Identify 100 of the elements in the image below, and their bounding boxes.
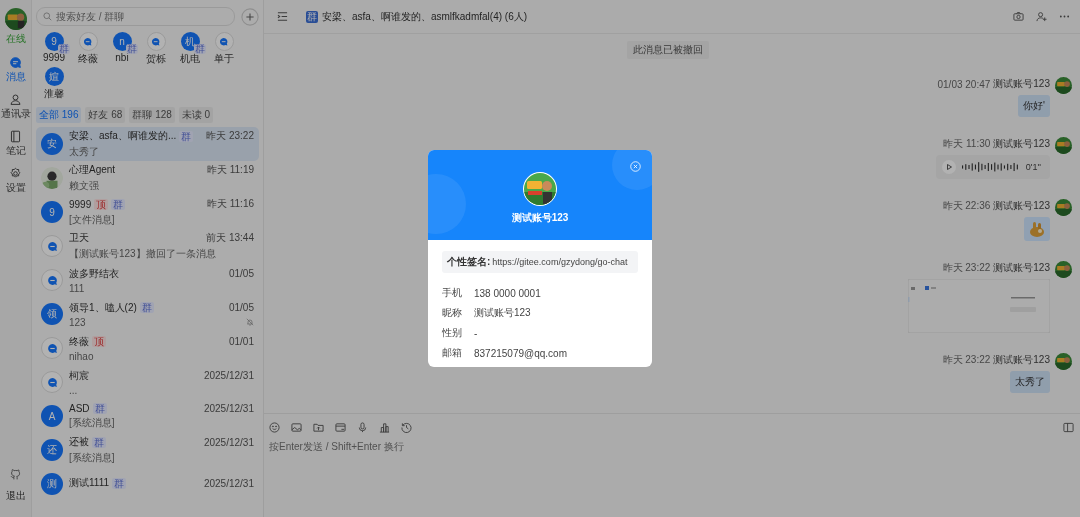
conversation-item[interactable]: 领 领导1、嗑人(2) 群 01/05 123 [36, 297, 259, 331]
microphone-icon[interactable] [357, 422, 368, 433]
chat-avatar-icon [41, 337, 63, 359]
timestamp: 01/05 [228, 302, 254, 313]
tag: 群 [112, 477, 127, 489]
conversation-item[interactable]: 波多野结衣 01/05 111 [36, 263, 259, 297]
signature-text: https://gitee.com/gzydong/go-chat [492, 257, 628, 267]
timestamp: 01/01 [228, 336, 254, 347]
filter-tab[interactable]: 好友 68 [85, 107, 126, 123]
group-badge: 群 [57, 44, 70, 54]
logout-button[interactable]: 退出 [5, 489, 26, 503]
search-field[interactable]: 搜索好友 / 群聊 [36, 7, 235, 26]
add-user-icon[interactable] [1036, 11, 1047, 22]
contact-name: 9999 [42, 52, 66, 63]
menu-icon[interactable] [277, 11, 288, 22]
settings-icon [9, 167, 22, 180]
conversation-name: 9999 [69, 198, 92, 210]
chat-avatar-icon[interactable] [146, 32, 166, 51]
message-preview: [系统消息] [69, 451, 115, 465]
group-badge: 群 [306, 10, 318, 23]
timestamp: 2025/12/31 [203, 436, 254, 448]
github-icon[interactable] [9, 468, 22, 481]
conversation-name: 安梁、asfa、啊谁发的... [69, 129, 177, 143]
signature-label: 个性签名: [447, 255, 491, 269]
conversation-name: 波多野结衣 [69, 266, 119, 281]
message-preview: [系统消息] [69, 415, 115, 430]
avatar[interactable]: 媗 [44, 67, 64, 86]
chat-avatar-icon [41, 235, 63, 257]
conversation-name: 还被 [69, 435, 89, 449]
folder-icon[interactable] [313, 422, 324, 433]
field-value: 138 0000 0001 [474, 287, 541, 299]
timestamp: 昨天 23:22 [206, 129, 254, 143]
message-preview: 太秀了 [69, 145, 99, 159]
nav-item[interactable]: 笔记 [5, 130, 26, 158]
chat-avatar-icon [41, 371, 63, 393]
history-icon[interactable] [401, 422, 412, 433]
avatar: 测 [41, 473, 63, 495]
timestamp: 2025/12/31 [203, 477, 254, 489]
tag: 群 [111, 198, 126, 210]
tag: 顶 [94, 198, 109, 210]
sender-name: 测试账号123 [993, 261, 1050, 275]
conversation-item[interactable]: 还 还被 群 2025/12/31 [系统消息] [36, 433, 259, 467]
conversation-name: 终薇 [69, 334, 89, 349]
conversation-item[interactable]: 柯宸 2025/12/31 ... [36, 365, 259, 399]
close-icon[interactable] [630, 161, 641, 172]
filter-tab[interactable]: 未读 0 [178, 107, 214, 123]
image-icon[interactable] [291, 422, 302, 433]
tag: 群 [92, 402, 107, 414]
message-time: 01/03 20:47 [937, 78, 991, 90]
contact-name: 贺栎 [146, 52, 166, 66]
message-time: 昨天 11:30 [943, 137, 991, 151]
emoji-icon[interactable] [269, 422, 280, 433]
chat-avatar-icon[interactable] [214, 32, 234, 51]
side-panel-icon[interactable] [1063, 422, 1074, 433]
conversation-name: 领导1、嗑人(2) [69, 300, 137, 315]
conversation-item[interactable]: 终薇 顶 01/01 nihao [36, 331, 259, 365]
nav-item[interactable]: 设置 [5, 167, 26, 195]
chat-avatar-icon[interactable] [78, 32, 98, 51]
tag: 顶 [92, 336, 106, 347]
conversation-item[interactable]: 心理Agent 昨天 11:19 赖文强 [36, 161, 259, 195]
timestamp: 2025/12/31 [203, 402, 254, 414]
nav-item[interactable]: 通讯录 [0, 93, 31, 121]
tag: 群 [92, 436, 106, 448]
conversation-name: 卫天 [69, 231, 89, 245]
card-icon[interactable] [335, 422, 346, 433]
chart-icon[interactable] [379, 422, 390, 433]
contact-name: 单于 [214, 52, 234, 66]
voice-message[interactable]: 0'1'' [935, 155, 1050, 179]
tag: 群 [139, 302, 154, 313]
conversation-item[interactable]: 9 9999 顶 群 昨天 11:16 [文件消息] [36, 195, 259, 229]
sender-name: 测试账号123 [993, 137, 1050, 151]
message-input[interactable]: 按Enter发送 / Shift+Enter 换行 [269, 440, 1074, 460]
filter-tab[interactable]: 群聊 128 [129, 107, 175, 123]
contact-name: 终薇 [78, 52, 98, 66]
message-preview: [文件消息] [69, 213, 115, 227]
contact-name: 淮馨 [44, 87, 64, 101]
timestamp: 2025/12/31 [203, 370, 254, 381]
message-preview: 123 [69, 316, 86, 328]
message-time: 昨天 23:22 [942, 353, 991, 367]
conversation-item[interactable]: 安 安梁、asfa、啊谁发的... 群 昨天 23:22 太秀了 [36, 127, 259, 161]
conversation-name: 柯宸 [69, 368, 89, 383]
timestamp: 昨天 11:16 [206, 197, 254, 211]
add-icon[interactable] [241, 7, 259, 26]
field-value: 837215079@qq.com [474, 347, 567, 359]
tag: 群 [179, 130, 194, 142]
waveform-drawing [961, 161, 1020, 173]
contact-name: nbi [115, 52, 129, 63]
play-icon[interactable] [941, 160, 956, 174]
search-icon [43, 12, 52, 21]
nav-item[interactable]: 消息 [5, 56, 26, 84]
online-status: 在线 [5, 32, 26, 46]
conversation-name: ASD [69, 402, 90, 414]
message-bubble: 你好' [1018, 95, 1050, 117]
camera-icon[interactable] [1013, 11, 1024, 22]
conversation-item[interactable]: 测 测试1111 群 2025/12/31 [36, 467, 259, 501]
conversation-item[interactable]: A ASD 群 2025/12/31 [系统消息] [36, 399, 259, 433]
message-time: 昨天 22:36 [942, 199, 991, 213]
message-icon [9, 56, 22, 69]
avatar: 9 [41, 201, 63, 223]
field-label: 手机 [442, 286, 462, 300]
